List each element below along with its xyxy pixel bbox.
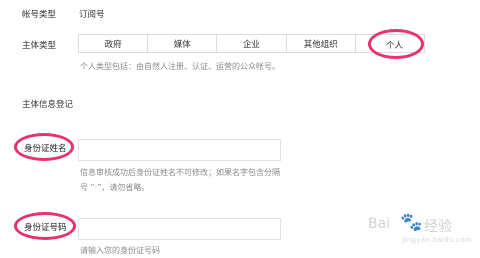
subject-type-option-enterprise[interactable]: 企业 <box>217 35 287 52</box>
account-type-value: 订阅号 <box>79 10 105 20</box>
paw-icon: 🐾 <box>400 212 423 233</box>
id-name-hint-line1: 信息审核成功后身份证姓名不可修改；如果名字包含分隔 <box>80 168 280 177</box>
subject-type-option-other-org[interactable]: 其他组织 <box>287 35 356 52</box>
watermark-url: jingyan.baidu.com <box>402 236 472 244</box>
subject-type-option-media[interactable]: 媒体 <box>148 35 218 52</box>
watermark-text-jingyan: 经验 <box>424 219 452 235</box>
id-name-hint-line2: 号 “·”，请勿省略。 <box>80 183 150 192</box>
watermark-text-bai: Bai <box>368 216 391 232</box>
id-number-label: 身份证号码 <box>24 223 67 233</box>
id-name-input[interactable] <box>78 139 281 161</box>
subject-type-hint: 个人类型包括：由自然人注册、认证、运营的公众帐号。 <box>80 62 280 71</box>
subject-type-label: 主体类型 <box>22 41 57 51</box>
id-name-label: 身份证姓名 <box>24 144 67 154</box>
section-title: 主体信息登记 <box>22 100 74 110</box>
subject-type-selected-label: 个人 <box>386 41 404 51</box>
subject-type-option-government[interactable]: 政府 <box>79 35 149 52</box>
id-number-hint: 请输入您的身份证号码 <box>80 246 160 255</box>
baidu-watermark: Bai 🐾 经验 jingyan.baidu.com <box>364 212 474 254</box>
id-number-input[interactable] <box>78 218 281 240</box>
account-type-label: 帐号类型 <box>22 10 57 20</box>
